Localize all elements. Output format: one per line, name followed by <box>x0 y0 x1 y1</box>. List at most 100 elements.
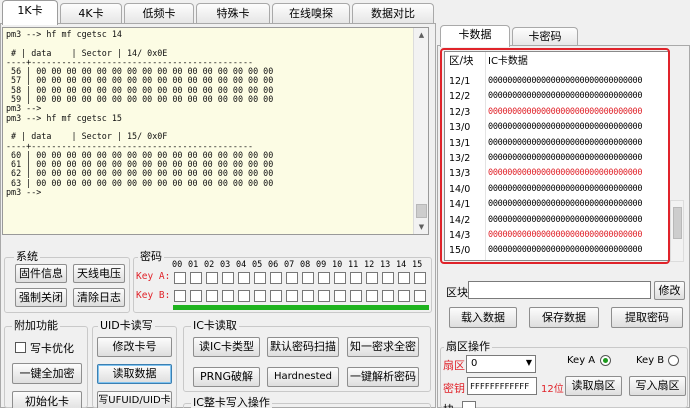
key-b-checkbox[interactable] <box>334 290 346 302</box>
key-b-checkbox[interactable] <box>350 290 362 302</box>
key-a-checkbox[interactable] <box>414 272 426 284</box>
sector-number: 00 <box>172 260 183 270</box>
progress-bar <box>173 305 429 310</box>
key-b-checkbox[interactable] <box>414 290 426 302</box>
sector-number: 08 <box>300 260 311 270</box>
read-ic-type-button[interactable]: 读IC卡类型 <box>193 337 260 357</box>
table-scrollbar[interactable] <box>670 200 684 262</box>
block-label-2: 块 <box>443 401 454 408</box>
read-sector-button[interactable]: 读取扇区 <box>565 376 622 396</box>
write-sector-button[interactable]: 写入扇区 <box>629 376 686 396</box>
key-b-checkbox[interactable] <box>270 290 282 302</box>
write-uid-card-button[interactable]: 写UFUID/UID卡 <box>97 391 172 408</box>
extract-key-button[interactable]: 提取密码 <box>611 307 683 328</box>
key-a-checkbox[interactable] <box>222 272 234 284</box>
key-a-label: Key A: <box>136 271 171 282</box>
key-b-checkbox[interactable] <box>190 290 202 302</box>
key-a-checkbox[interactable] <box>334 272 346 284</box>
firmware-info-button[interactable]: 固件信息 <box>15 264 67 283</box>
top-tab-bar: 1K卡 4K卡 低频卡 特殊卡 在线嗅探 数据对比 <box>0 0 436 25</box>
sector-number: 15 <box>412 260 423 270</box>
key-b-checkbox[interactable] <box>206 290 218 302</box>
key-a-checkbox[interactable] <box>302 272 314 284</box>
key-b-radio[interactable] <box>668 355 679 366</box>
tab-compare[interactable]: 数据对比 <box>352 3 434 23</box>
tab-card-password[interactable]: 卡密码 <box>512 27 578 46</box>
init-card-button[interactable]: 初始化卡 <box>12 391 82 408</box>
load-data-button[interactable]: 载入数据 <box>449 307 517 328</box>
clear-log-button[interactable]: 清除日志 <box>73 288 125 307</box>
chevron-down-icon: ▼ <box>525 358 532 367</box>
key-a-checkbox[interactable] <box>190 272 202 284</box>
key-b-checkbox[interactable] <box>222 290 234 302</box>
key-hint: 12位 <box>541 384 564 395</box>
scroll-up-icon[interactable]: ▲ <box>414 28 428 42</box>
sector-number: 05 <box>252 260 263 270</box>
sector-op-title: 扇区操作 <box>444 340 492 353</box>
key-b-checkbox[interactable] <box>318 290 330 302</box>
table-scroll-thumb[interactable] <box>673 207 682 239</box>
console-output[interactable]: pm3 --> hf mf cgetsc 14 # | data | Secto… <box>2 27 429 235</box>
key-a-checkbox[interactable] <box>398 272 410 284</box>
default-key-scan-button[interactable]: 默认密码扫描 <box>267 337 339 357</box>
tab-special[interactable]: 特殊卡 <box>196 3 270 23</box>
encrypt-all-button[interactable]: 一键全加密 <box>12 363 82 384</box>
key-a-checkbox[interactable] <box>350 272 362 284</box>
sector-number: 03 <box>220 260 231 270</box>
tab-card-data[interactable]: 卡数据 <box>440 25 510 47</box>
scroll-thumb[interactable] <box>416 204 427 218</box>
key-a-checkbox[interactable] <box>174 272 186 284</box>
key-b-checkbox[interactable] <box>398 290 410 302</box>
scroll-down-icon[interactable]: ▼ <box>414 220 428 234</box>
key-b-checkbox[interactable] <box>286 290 298 302</box>
write-optimize-label: 写卡优化 <box>30 342 74 355</box>
tab-lf[interactable]: 低频卡 <box>124 3 194 23</box>
key-b-checkbox[interactable] <box>382 290 394 302</box>
key-b-checkbox[interactable] <box>254 290 266 302</box>
tab-sniff[interactable]: 在线嗅探 <box>272 3 350 23</box>
hardnested-button[interactable]: Hardnested <box>267 367 339 387</box>
sector-number: 01 <box>188 260 199 270</box>
one-click-parse-button[interactable]: 一键解析密码 <box>347 367 419 387</box>
modify-button[interactable]: 修改 <box>654 281 685 300</box>
key-b-checkbox[interactable] <box>366 290 378 302</box>
key-a-checkbox[interactable] <box>382 272 394 284</box>
sector-number: 09 <box>316 260 327 270</box>
console-scrollbar[interactable]: ▲ ▼ <box>413 28 428 234</box>
key-a-checkbox[interactable] <box>238 272 250 284</box>
key-b-checkbox[interactable] <box>238 290 250 302</box>
one-key-to-all-button[interactable]: 知一密求全密 <box>347 337 419 357</box>
key-b-checkbox[interactable] <box>302 290 314 302</box>
force-close-button[interactable]: 强制关闭 <box>15 288 67 307</box>
sector-select[interactable]: 0 ▼ <box>466 355 536 373</box>
tab-1k[interactable]: 1K卡 <box>2 0 58 25</box>
uid-title: UID卡读写 <box>98 319 155 332</box>
sector-select-value: 0 <box>471 358 478 369</box>
key-a-radio-label: Key A <box>567 355 596 366</box>
sector-number: 11 <box>348 260 359 270</box>
key-a-checkbox[interactable] <box>206 272 218 284</box>
key-b-checkbox[interactable] <box>174 290 186 302</box>
key-a-checkbox[interactable] <box>366 272 378 284</box>
block-data-input[interactable] <box>468 281 651 299</box>
key-input[interactable]: FFFFFFFFFFFF <box>467 377 537 395</box>
ic-write-title: IC整卡写入操作 <box>191 396 272 408</box>
prng-crack-button[interactable]: PRNG破解 <box>193 367 260 387</box>
modify-card-no-button[interactable]: 修改卡号 <box>97 337 172 357</box>
key-a-radio[interactable] <box>600 355 611 366</box>
key-b-label: Key B: <box>136 290 171 301</box>
block-select[interactable] <box>462 401 476 408</box>
tab-4k[interactable]: 4K卡 <box>60 3 122 23</box>
key-a-checkbox[interactable] <box>318 272 330 284</box>
write-optimize-checkbox[interactable] <box>15 342 26 353</box>
key-b-radio-label: Key B <box>636 355 665 366</box>
antenna-voltage-button[interactable]: 天线电压 <box>73 264 125 283</box>
sector-number: 02 <box>204 260 215 270</box>
save-data-button[interactable]: 保存数据 <box>529 307 599 328</box>
key-a-checkbox[interactable] <box>254 272 266 284</box>
key-a-checkbox[interactable] <box>286 272 298 284</box>
console-text: pm3 --> hf mf cgetsc 14 # | data | Secto… <box>6 29 274 198</box>
key-a-checkbox[interactable] <box>270 272 282 284</box>
highlight-frame <box>440 48 670 264</box>
read-data-button[interactable]: 读取数据 <box>97 364 172 384</box>
